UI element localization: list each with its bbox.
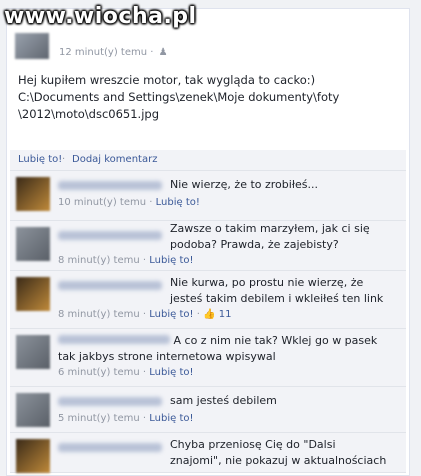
commenter-name[interactable]: [58, 231, 162, 240]
comment-timestamp[interactable]: 5 minut(y) temu: [58, 413, 140, 424]
post-text-line: Hej kupiłem wreszcie motor, tak wygląda …: [18, 73, 316, 87]
friends-icon[interactable]: ♟: [159, 47, 168, 58]
commenter-avatar[interactable]: [16, 393, 50, 427]
comment-text: Chyba przeniosę Cię do "Dalsi znajomi", …: [170, 438, 387, 467]
comment-item: sam jesteś debilem 5 minut(y) temu · Lub…: [10, 387, 406, 433]
watermark: www.wiocha.pl: [4, 4, 197, 29]
action-separator: ·: [62, 154, 66, 165]
comment-text: Zawsze o takim marzyłem, jak ci się podo…: [170, 222, 370, 251]
post-header: 12 minut(y) temu · ♟: [15, 25, 405, 61]
comment-text: Nie wierzę, że to zrobiłeś...: [170, 178, 318, 191]
commenter-avatar[interactable]: [16, 227, 50, 261]
commenter-name[interactable]: [58, 397, 162, 406]
comment-item: A co z nim nie tak? Wklej go w pasek tak…: [10, 329, 406, 387]
post-actions: Lubię to! · Dodaj komentarz: [10, 150, 406, 171]
post-timestamp[interactable]: 12 minut(y) temu: [59, 47, 147, 58]
like-link[interactable]: Lubię to!: [18, 154, 62, 165]
post-text-line: \2012\moto\dsc0651.jpg: [18, 107, 160, 121]
comment-timestamp[interactable]: 8 minut(y) temu: [58, 309, 140, 320]
comment-meta: 8 minut(y) temu · Lubię to!: [58, 255, 194, 266]
comment-text: Nie kurwa, po prostu nie wierzę, że jest…: [170, 276, 384, 305]
commenter-name[interactable]: [58, 281, 162, 290]
comment-like-link[interactable]: Lubię to!: [149, 413, 193, 424]
comment-text: A co z nim nie tak? Wklej go w pasek tak…: [58, 333, 398, 365]
comment-meta: 6 minut(y) temu · Lubię to!: [58, 367, 194, 378]
post-body: Hej kupiłem wreszcie motor, tak wygląda …: [18, 72, 378, 123]
commenter-avatar[interactable]: [16, 335, 50, 369]
commenter-name[interactable]: [58, 443, 162, 452]
comment-meta: 10 minut(y) temu · Lubię to!: [58, 197, 200, 208]
comment-item: Nie wierzę, że to zrobiłeś... 10 minut(y…: [10, 171, 406, 221]
comment-timestamp[interactable]: 8 minut(y) temu: [58, 255, 140, 266]
add-comment-link[interactable]: Dodaj komentarz: [72, 154, 157, 165]
commenter-avatar[interactable]: [16, 177, 50, 211]
comment-timestamp[interactable]: 6 minut(y) temu: [58, 367, 140, 378]
post-meta: 12 minut(y) temu · ♟: [59, 47, 168, 58]
commenter-name-blur[interactable]: [58, 335, 170, 344]
commenter-avatar[interactable]: [16, 439, 50, 473]
comment-meta: 5 minut(y) temu · Lubię to!: [58, 413, 194, 424]
like-count[interactable]: 11: [219, 309, 232, 320]
comment-like-link[interactable]: Lubię to!: [156, 197, 200, 208]
commenter-name[interactable]: [58, 181, 162, 190]
comment-like-link[interactable]: Lubię to!: [149, 255, 193, 266]
comment-meta: 8 minut(y) temu · Lubię to! · 👍 11: [58, 309, 232, 320]
thumbs-up-icon[interactable]: 👍: [203, 309, 215, 320]
comment-like-link[interactable]: Lubię to!: [149, 367, 193, 378]
comment-like-link[interactable]: Lubię to!: [149, 309, 193, 320]
comment-item: Chyba przeniosę Cię do "Dalsi znajomi", …: [10, 433, 406, 473]
comment-timestamp[interactable]: 10 minut(y) temu: [58, 197, 146, 208]
author-avatar[interactable]: [15, 33, 49, 59]
comment-text: sam jesteś debilem: [170, 394, 277, 407]
comment-item: Zawsze o takim marzyłem, jak ci się podo…: [10, 221, 406, 271]
commenter-avatar[interactable]: [16, 277, 50, 311]
post-text-line: C:\Documents and Settings\zenek\Moje dok…: [18, 90, 340, 104]
post-separator: ·: [150, 47, 154, 58]
comment-item: Nie kurwa, po prostu nie wierzę, że jest…: [10, 271, 406, 329]
